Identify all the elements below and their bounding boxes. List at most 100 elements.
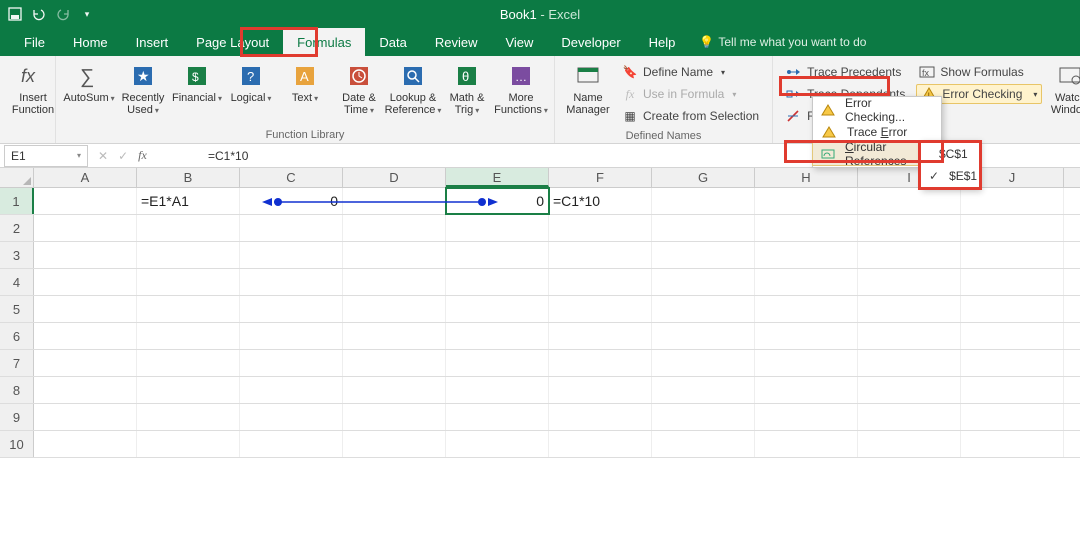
circref-c1[interactable]: $C$1 [921,143,979,165]
cell-C4[interactable] [240,269,343,295]
cell-F10[interactable] [549,431,652,457]
lookup-button[interactable]: Lookup & Reference [386,60,440,116]
cell-J2[interactable] [961,215,1064,241]
rowhead-6[interactable]: 6 [0,323,34,349]
redo-icon[interactable] [54,5,72,23]
cell-F5[interactable] [549,296,652,322]
cell-D2[interactable] [343,215,446,241]
cell-E3[interactable] [446,242,549,268]
select-all-corner[interactable] [0,168,34,187]
cell-H7[interactable] [755,350,858,376]
cell-I6[interactable] [858,323,961,349]
cell-C9[interactable] [240,404,343,430]
tab-review[interactable]: Review [421,28,492,56]
menu-error-checking[interactable]: Error Checking... [813,99,941,121]
financial-button[interactable]: $Financial [170,60,224,116]
autosum-button[interactable]: ∑AutoSum [62,60,116,116]
undo-icon[interactable] [30,5,48,23]
cell-H8[interactable] [755,377,858,403]
cell-A2[interactable] [34,215,137,241]
cell-A6[interactable] [34,323,137,349]
rowhead-8[interactable]: 8 [0,377,34,403]
cell-I4[interactable] [858,269,961,295]
cell-F4[interactable] [549,269,652,295]
cell-A9[interactable] [34,404,137,430]
cell-D9[interactable] [343,404,446,430]
col-B[interactable]: B [137,168,240,187]
name-box[interactable]: E1 [4,145,88,167]
cell-B3[interactable] [137,242,240,268]
cell-G4[interactable] [652,269,755,295]
cell-J6[interactable] [961,323,1064,349]
name-manager-button[interactable]: Name Manager [561,60,615,128]
tab-page-layout[interactable]: Page Layout [182,28,283,56]
cell-G3[interactable] [652,242,755,268]
fx-bar-icon[interactable]: fx [138,148,147,163]
tab-file[interactable]: File [10,28,59,56]
cell-C8[interactable] [240,377,343,403]
cell-D8[interactable] [343,377,446,403]
cell-H2[interactable] [755,215,858,241]
cell-A10[interactable] [34,431,137,457]
cell-D4[interactable] [343,269,446,295]
cell-J8[interactable] [961,377,1064,403]
cell-I10[interactable] [858,431,961,457]
date-time-button[interactable]: Date & Time [332,60,386,116]
tab-formulas[interactable]: Formulas [283,28,365,56]
cell-A7[interactable] [34,350,137,376]
cell-B5[interactable] [137,296,240,322]
cell-B4[interactable] [137,269,240,295]
cell-G7[interactable] [652,350,755,376]
tell-me-search[interactable]: 💡 Tell me what you want to do [689,28,876,56]
cell-J1[interactable] [961,188,1064,214]
cell-H9[interactable] [755,404,858,430]
rowhead-9[interactable]: 9 [0,404,34,430]
cell-G2[interactable] [652,215,755,241]
cell-I7[interactable] [858,350,961,376]
cell-D6[interactable] [343,323,446,349]
cell-H5[interactable] [755,296,858,322]
insert-function-button[interactable]: fx Insert Function [6,60,60,116]
watch-window-button[interactable]: Watch Window [1046,60,1080,128]
col-E[interactable]: E [446,168,549,187]
tab-data[interactable]: Data [365,28,420,56]
cell-E6[interactable] [446,323,549,349]
logical-button[interactable]: ?Logical [224,60,278,116]
math-trig-button[interactable]: θMath & Trig [440,60,494,116]
cell-B2[interactable] [137,215,240,241]
cell-H6[interactable] [755,323,858,349]
cell-A5[interactable] [34,296,137,322]
cell-H3[interactable] [755,242,858,268]
cell-F7[interactable] [549,350,652,376]
trace-precedents-button[interactable]: Trace Precedents [783,62,908,82]
cell-J3[interactable] [961,242,1064,268]
text-button[interactable]: AText [278,60,332,116]
cell-E8[interactable] [446,377,549,403]
more-functions-button[interactable]: …More Functions [494,60,548,116]
cell-H10[interactable] [755,431,858,457]
rowhead-4[interactable]: 4 [0,269,34,295]
cell-E1[interactable]: 0 [446,188,549,214]
cell-G9[interactable] [652,404,755,430]
cell-J7[interactable] [961,350,1064,376]
rowhead-7[interactable]: 7 [0,350,34,376]
define-name-button[interactable]: 🔖Define Name▾ [619,62,762,82]
rowhead-5[interactable]: 5 [0,296,34,322]
cell-B7[interactable] [137,350,240,376]
tab-home[interactable]: Home [59,28,122,56]
cell-G8[interactable] [652,377,755,403]
cell-B1[interactable]: =E1*A1 [137,188,240,214]
cell-E10[interactable] [446,431,549,457]
tab-help[interactable]: Help [635,28,690,56]
cell-E4[interactable] [446,269,549,295]
cell-F6[interactable] [549,323,652,349]
cell-B10[interactable] [137,431,240,457]
tab-developer[interactable]: Developer [547,28,634,56]
cell-C3[interactable] [240,242,343,268]
cell-D3[interactable] [343,242,446,268]
cell-F2[interactable] [549,215,652,241]
cell-B6[interactable] [137,323,240,349]
col-C[interactable]: C [240,168,343,187]
cell-I3[interactable] [858,242,961,268]
cell-I5[interactable] [858,296,961,322]
